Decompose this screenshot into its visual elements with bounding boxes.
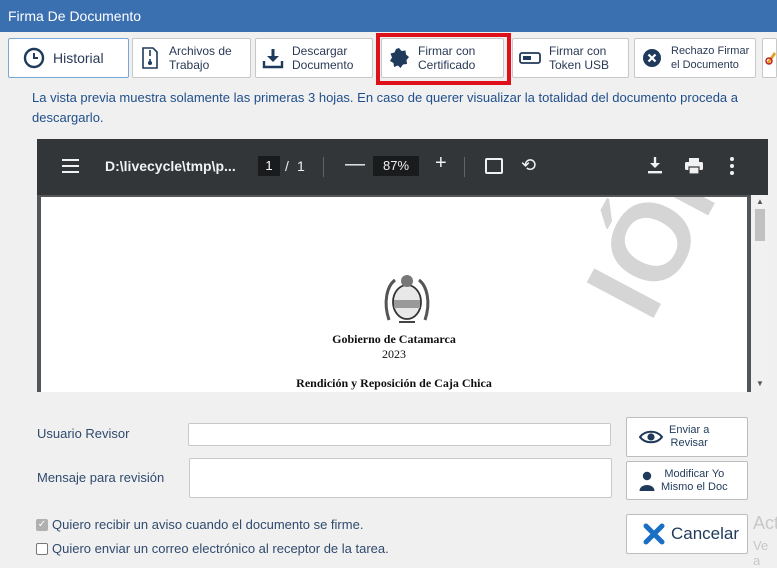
- page-separator: /: [285, 158, 289, 174]
- edit-icon: [765, 49, 777, 68]
- firmar-certificado-label: Firmar con Certificado: [418, 44, 476, 72]
- modificar-doc-label: Modificar Yo Mismo el Doc: [661, 467, 728, 493]
- coat-of-arms-icon: [384, 275, 430, 323]
- modificar-doc-button[interactable]: Modificar Yo Mismo el Doc: [626, 461, 748, 500]
- revisor-input[interactable]: [188, 423, 611, 446]
- reject-icon: [641, 47, 663, 69]
- zoom-in-icon[interactable]: +: [435, 152, 447, 175]
- aviso-checkbox[interactable]: ✓: [36, 518, 48, 531]
- watermark: IÓN: [562, 197, 747, 336]
- firmar-token-usb-button[interactable]: Firmar con Token USB: [512, 38, 629, 78]
- mensaje-label: Mensaje para revisión: [37, 470, 165, 485]
- cancelar-button[interactable]: Cancelar: [626, 514, 748, 554]
- enviar-revisar-label: Enviar a Revisar: [669, 424, 710, 449]
- pdf-scrollbar[interactable]: ▲ ▼: [751, 195, 768, 392]
- activation-overlay-title: Act: [753, 513, 777, 533]
- toolbar-divider: [464, 157, 465, 177]
- document-year: 2023: [382, 347, 406, 361]
- correo-checkbox-row[interactable]: Quiero enviar un correo electrónico al r…: [36, 541, 389, 556]
- zoom-out-icon[interactable]: —: [345, 153, 365, 176]
- print-icon[interactable]: [685, 158, 703, 177]
- firmar-certificado-button[interactable]: Firmar con Certificado: [381, 38, 504, 78]
- rotate-icon[interactable]: ⟲: [521, 155, 536, 176]
- rechazo-label: Rechazo Firmar el Documento: [671, 45, 750, 71]
- download-icon: [262, 47, 284, 69]
- close-icon: [643, 523, 665, 545]
- correo-label: Quiero enviar un correo electrónico al r…: [52, 541, 389, 556]
- scroll-down-icon[interactable]: ▼: [756, 379, 764, 388]
- document-heading: Rendición y Reposición de Caja Chica: [296, 376, 492, 390]
- toolbar-divider: [323, 157, 324, 177]
- pdf-viewer: D:\livecycle\tmp\p... 1 / 1 — 87% + ⟲ IÓ…: [37, 139, 768, 392]
- page-number-input[interactable]: 1: [258, 156, 280, 176]
- historial-label: Historial: [53, 50, 104, 66]
- preview-notice: La vista previa muestra solamente las pr…: [32, 90, 738, 125]
- fit-to-page-icon[interactable]: [485, 158, 503, 174]
- activation-overlay-text: Ve a: [753, 538, 769, 568]
- descargar-documento-button[interactable]: Descargar Documento: [255, 38, 373, 78]
- document-org: Gobierno de Catamarca: [332, 332, 456, 346]
- archivos-trabajo-button[interactable]: Archivos de Trabajo: [132, 38, 251, 78]
- aviso-label: Quiero recibir un aviso cuando el docume…: [52, 517, 364, 532]
- more-options-icon[interactable]: [730, 157, 734, 178]
- archivos-label: Archivos de Trabajo: [169, 44, 232, 72]
- user-icon: [639, 471, 655, 491]
- page-total: 1: [297, 158, 305, 174]
- window-title: Firma De Documento: [0, 0, 777, 32]
- correo-checkbox[interactable]: [36, 542, 48, 555]
- pdf-toolbar: D:\livecycle\tmp\p... 1 / 1 — 87% + ⟲: [37, 139, 768, 195]
- scrollbar-thumb[interactable]: [755, 209, 765, 241]
- pdf-download-icon[interactable]: [647, 156, 663, 177]
- aviso-checkbox-row[interactable]: ✓ Quiero recibir un aviso cuando el docu…: [36, 517, 363, 532]
- zip-file-icon: [139, 47, 161, 69]
- descargar-label: Descargar Documento: [292, 44, 354, 72]
- firmar-token-label: Firmar con Token USB: [549, 44, 610, 72]
- certificate-seal-icon: [388, 47, 410, 69]
- zoom-level-input[interactable]: 87%: [373, 156, 419, 176]
- pdf-filename: D:\livecycle\tmp\p...: [105, 158, 236, 174]
- cancelar-label: Cancelar: [671, 524, 740, 543]
- hamburger-menu-icon[interactable]: [62, 159, 79, 177]
- mensaje-textarea[interactable]: [189, 458, 612, 498]
- revisor-label: Usuario Revisor: [37, 426, 130, 441]
- eye-icon: [639, 429, 663, 445]
- rechazo-firmar-button[interactable]: Rechazo Firmar el Documento: [634, 38, 756, 78]
- toolbar: Historial Archivos de Trabajo Descargar Do…: [0, 32, 777, 84]
- enviar-revisar-button[interactable]: Enviar a Revisar: [626, 417, 748, 457]
- historial-button[interactable]: Historial: [8, 38, 129, 78]
- pdf-page: IÓN Gobierno de Catamarca 2023 Rendición…: [41, 197, 747, 392]
- usb-token-icon: [519, 47, 541, 69]
- clock-icon: [23, 47, 45, 69]
- scroll-up-icon[interactable]: ▲: [756, 197, 764, 206]
- edit-button-partial[interactable]: [762, 38, 777, 78]
